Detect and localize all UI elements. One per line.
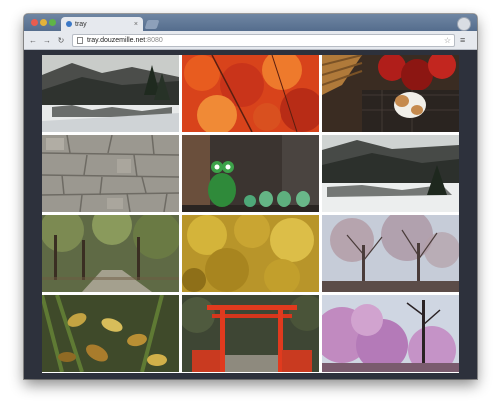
maximize-window-button[interactable] [49, 19, 56, 26]
photo-tile[interactable] [42, 135, 179, 212]
bare-trees-image [322, 215, 459, 292]
photo-tile[interactable] [322, 135, 459, 212]
page-viewport [24, 50, 477, 379]
url-host: tray.douzemille.net [87, 36, 146, 44]
favicon-icon [66, 21, 72, 27]
snowy-village-image-2 [322, 135, 459, 212]
back-button[interactable]: ← [28, 36, 38, 45]
photo-tile[interactable] [42, 215, 179, 292]
fallen-leaves-image [42, 295, 179, 372]
photo-tile[interactable] [182, 55, 319, 132]
forest-path-image [42, 215, 179, 292]
bookmark-star-icon[interactable]: ☆ [444, 36, 451, 45]
photo-tile[interactable] [322, 295, 459, 372]
close-window-button[interactable] [31, 19, 38, 26]
photo-tile[interactable] [182, 295, 319, 372]
photo-tile[interactable] [322, 215, 459, 292]
profile-avatar-icon[interactable] [457, 17, 471, 31]
photo-tile[interactable] [182, 215, 319, 292]
yellow-ginkgo-image [182, 215, 319, 292]
page-icon [77, 36, 83, 44]
photo-tile[interactable] [42, 295, 179, 372]
menu-icon[interactable]: ≡ [460, 35, 465, 45]
title-bar: tray × [24, 14, 477, 31]
browser-toolbar: ← → ↻ tray.douzemille.net :8080 ☆ ≡ [24, 31, 477, 50]
photo-grid [42, 55, 459, 373]
tab-close-icon[interactable]: × [134, 21, 138, 28]
photo-tile[interactable] [182, 135, 319, 212]
photo-tile[interactable] [322, 55, 459, 132]
photo-tile[interactable] [42, 55, 179, 132]
stone-wall-image [42, 135, 179, 212]
browser-tab[interactable]: tray × [61, 17, 143, 31]
address-bar[interactable]: tray.douzemille.net :8080 ☆ [72, 33, 455, 47]
snowy-village-image [42, 55, 179, 132]
cat-image [322, 55, 459, 132]
reload-button[interactable]: ↻ [56, 36, 66, 45]
browser-window: tray × ← → ↻ tray.douzemille.net :8080 ☆… [24, 14, 477, 379]
tab-title: tray [75, 20, 87, 28]
forward-button[interactable]: → [42, 36, 52, 45]
torii-gate-image [182, 295, 319, 372]
url-port: :8080 [145, 36, 163, 44]
frog-figurines-image [182, 135, 319, 212]
minimize-window-button[interactable] [40, 19, 47, 26]
new-tab-button[interactable] [144, 20, 160, 29]
red-maple-image [182, 55, 319, 132]
weeping-cherry-image [322, 295, 459, 372]
